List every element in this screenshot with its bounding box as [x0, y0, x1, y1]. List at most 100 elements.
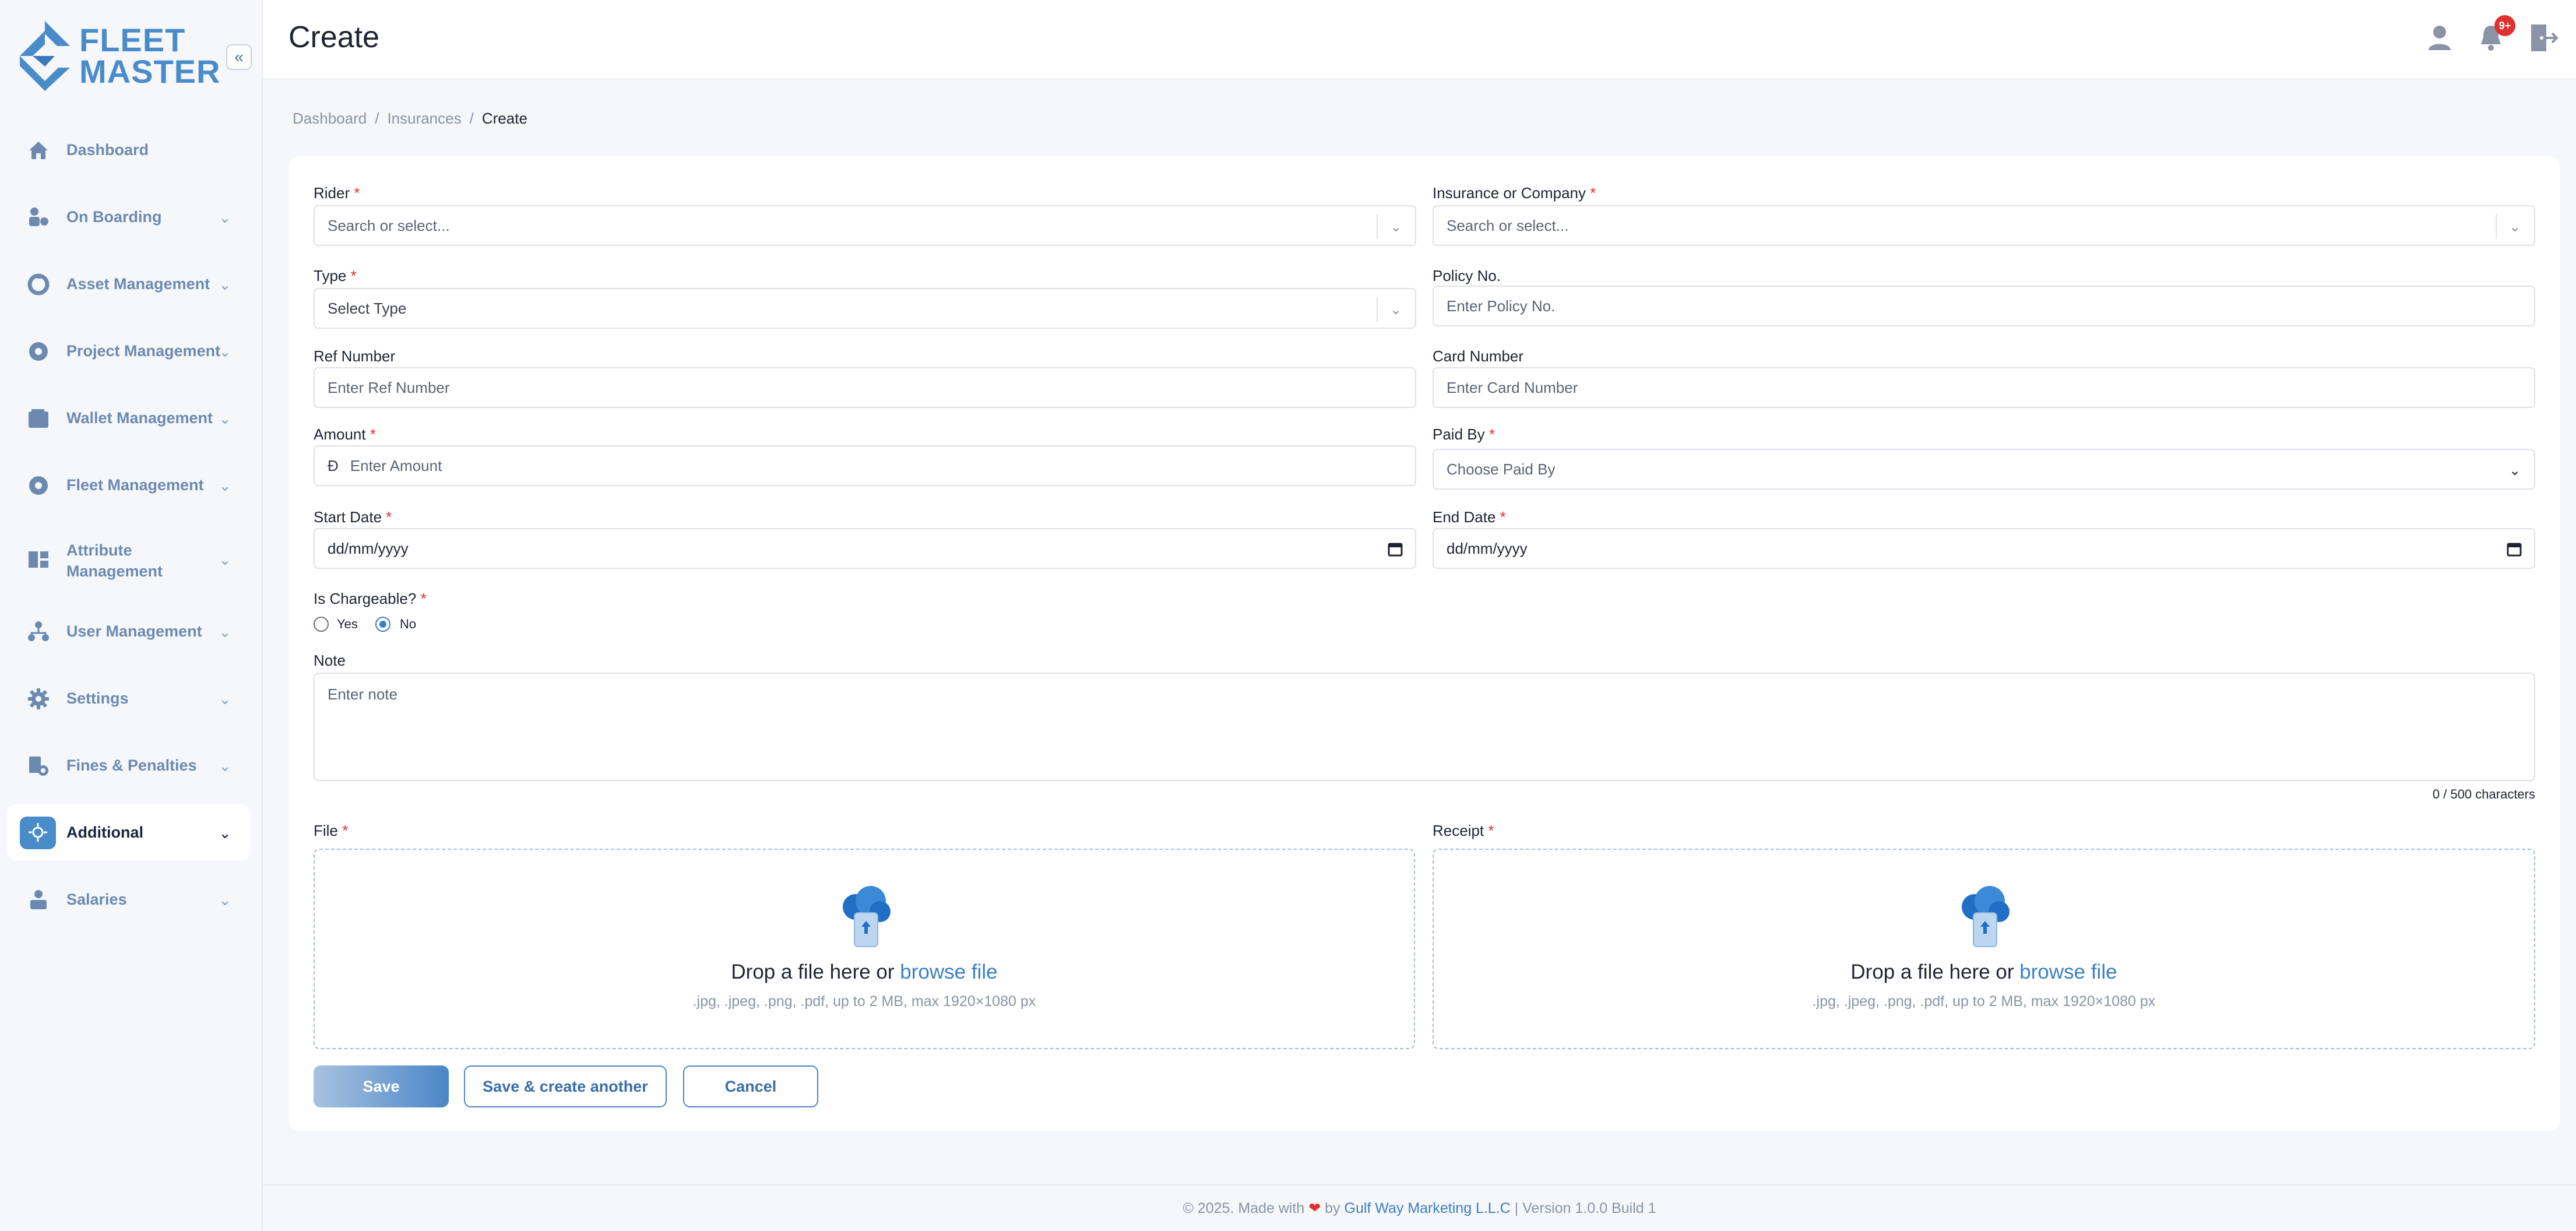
- chevron-down-icon: ⌄: [219, 275, 231, 293]
- ref-label: Ref Number: [314, 347, 396, 365]
- breadcrumb-dashboard[interactable]: Dashboard: [293, 110, 367, 128]
- user-profile-icon[interactable]: [2424, 22, 2455, 54]
- paid-by-select[interactable]: Choose Paid By ⌄: [1433, 449, 2535, 490]
- sidebar-item-salaries[interactable]: Salaries ⌄: [7, 871, 251, 928]
- end-date-input[interactable]: dd/mm/yyyy: [1433, 528, 2535, 569]
- collapse-sidebar-button[interactable]: «: [226, 44, 252, 70]
- policy-number-input[interactable]: Enter Policy No.: [1433, 286, 2535, 326]
- home-icon: [29, 142, 48, 159]
- breadcrumb-separator: /: [469, 110, 474, 127]
- sidebar-item-label: Asset Management: [66, 275, 210, 293]
- amount-input[interactable]: Đ Enter Amount: [314, 445, 1416, 486]
- cloud-upload-icon: [843, 886, 891, 947]
- chargeable-yes-radio[interactable]: [314, 617, 329, 632]
- brand-name: FLEET MASTER: [79, 22, 220, 88]
- sidebar-item-asset-management[interactable]: Asset Management ⌄: [7, 255, 251, 312]
- policy-placeholder: Enter Policy No.: [1447, 297, 1556, 315]
- type-label: Type *: [314, 267, 357, 284]
- top-header: Create: [263, 0, 2576, 79]
- ref-number-input[interactable]: Enter Ref Number: [314, 367, 1416, 408]
- card-label: Card Number: [1433, 347, 1524, 365]
- card-number-input[interactable]: Enter Card Number: [1433, 367, 2535, 408]
- card-placeholder: Enter Card Number: [1447, 378, 1578, 396]
- insurance-company-select[interactable]: Search or select... ⌄: [1433, 205, 2535, 246]
- sidebar-item-label: Wallet Management: [66, 409, 213, 427]
- ref-placeholder: Enter Ref Number: [328, 378, 450, 396]
- asset-icon: [27, 273, 50, 296]
- sidebar-item-label: On Boarding: [66, 208, 162, 226]
- save-button[interactable]: Save: [314, 1065, 449, 1107]
- additional-icon: [29, 823, 47, 842]
- chevron-down-icon: ⌄: [219, 409, 231, 427]
- file-drop-text: Drop a file here or browse file: [731, 961, 998, 983]
- chevron-down-icon: ⌄: [2508, 219, 2521, 235]
- sidebar-item-label: Salaries: [66, 891, 127, 908]
- browse-file-link[interactable]: browse file: [900, 961, 997, 983]
- brand-line1: FLEET: [79, 22, 186, 58]
- breadcrumb-current: Create: [481, 110, 527, 127]
- paid-by-placeholder: Choose Paid By: [1447, 460, 1556, 478]
- chevron-down-icon: ⌄: [219, 476, 231, 494]
- end-date-value: dd/mm/yyyy: [1447, 539, 1528, 557]
- sidebar-item-label: Dashboard: [66, 141, 149, 159]
- cancel-button[interactable]: Cancel: [683, 1065, 818, 1107]
- fines-icon: [29, 757, 48, 776]
- currency-symbol-icon: Đ: [328, 456, 339, 474]
- company-link[interactable]: Gulf Way Marketing L.L.C: [1345, 1200, 1511, 1216]
- chevron-down-icon: ⌄: [1389, 219, 1402, 235]
- gear-icon: [28, 688, 49, 709]
- brand-logo[interactable]: FLEET MASTER: [20, 21, 220, 91]
- footer-text: © 2025. Made with ❤ by Gulf Way Marketin…: [1183, 1200, 1656, 1216]
- insurance-placeholder: Search or select...: [1447, 216, 1569, 234]
- sidebar-item-settings[interactable]: Settings ⌄: [7, 670, 251, 727]
- sidebar-item-fleet-management[interactable]: Fleet Management ⌄: [7, 456, 251, 513]
- sidebar-item-on-boarding[interactable]: On Boarding ⌄: [7, 188, 251, 245]
- chevron-down-icon: ⌄: [219, 891, 231, 909]
- fleet-icon: [29, 476, 48, 495]
- rider-select[interactable]: Search or select... ⌄: [314, 205, 1416, 246]
- policy-label: Policy No.: [1433, 267, 1501, 284]
- sidebar-item-project-management[interactable]: Project Management ⌄: [7, 322, 251, 379]
- sidebar-item-dashboard[interactable]: Dashboard: [7, 121, 251, 178]
- save-and-create-another-button[interactable]: Save & create another: [464, 1065, 667, 1107]
- select-separator: [1377, 297, 1378, 322]
- chargeable-label: Is Chargeable? *: [314, 590, 427, 607]
- sidebar: FLEET MASTER « Dashboard On Boarding ⌄ A…: [0, 0, 263, 1231]
- receipt-drop-text: Drop a file here or browse file: [1850, 961, 2117, 983]
- logout-icon[interactable]: [2528, 22, 2559, 54]
- fleet-master-logo-icon: [20, 21, 70, 91]
- insurance-form-card: Rider * Search or select... ⌄ Insurance …: [289, 156, 2560, 1131]
- sidebar-item-wallet-management[interactable]: Wallet Management ⌄: [7, 389, 251, 446]
- sidebar-item-label: Settings: [66, 690, 129, 707]
- chevron-down-icon: ⌄: [219, 342, 231, 360]
- note-textarea[interactable]: Enter note: [314, 673, 2535, 781]
- sidebar-item-fines-penalties[interactable]: Fines & Penalties ⌄: [7, 737, 251, 794]
- attribute-icon: [29, 551, 48, 568]
- file-dropzone[interactable]: Drop a file here or browse file .jpg, .j…: [314, 849, 1415, 1049]
- sidebar-item-attribute-management[interactable]: Attribute Management ⌄: [7, 530, 251, 588]
- sidebar-item-label-line2: Management: [66, 562, 163, 580]
- chevron-down-icon: ⌄: [219, 208, 231, 226]
- note-label: Note: [314, 652, 346, 669]
- paid-by-label: Paid By *: [1433, 425, 1495, 443]
- calendar-icon[interactable]: [1387, 541, 1403, 557]
- insurance-label: Insurance or Company *: [1433, 184, 1596, 202]
- sidebar-item-additional[interactable]: Additional ⌄: [7, 804, 251, 861]
- end-date-label: End Date *: [1433, 508, 1506, 526]
- onboarding-icon: [29, 207, 48, 226]
- chevron-down-icon: ⌄: [219, 622, 231, 641]
- browse-file-link[interactable]: browse file: [2019, 961, 2117, 983]
- chargeable-no-radio[interactable]: [375, 617, 390, 632]
- receipt-dropzone[interactable]: Drop a file here or browse file .jpg, .j…: [1433, 849, 2535, 1049]
- type-select[interactable]: Select Type ⌄: [314, 288, 1416, 329]
- receipt-hint: .jpg, .jpeg, .png, .pdf, up to 2 MB, max…: [1812, 993, 2156, 1010]
- chevron-down-icon: ⌄: [219, 690, 231, 708]
- calendar-icon[interactable]: [2506, 541, 2522, 557]
- breadcrumb: Dashboard / Insurances / Create: [293, 110, 527, 128]
- users-icon: [28, 621, 49, 641]
- sidebar-item-label: Project Management: [66, 342, 221, 360]
- sidebar-item-user-management[interactable]: User Management ⌄: [7, 603, 251, 660]
- start-date-input[interactable]: dd/mm/yyyy: [314, 528, 1416, 569]
- breadcrumb-insurances[interactable]: Insurances: [387, 110, 461, 128]
- cloud-upload-icon: [1962, 886, 2010, 947]
